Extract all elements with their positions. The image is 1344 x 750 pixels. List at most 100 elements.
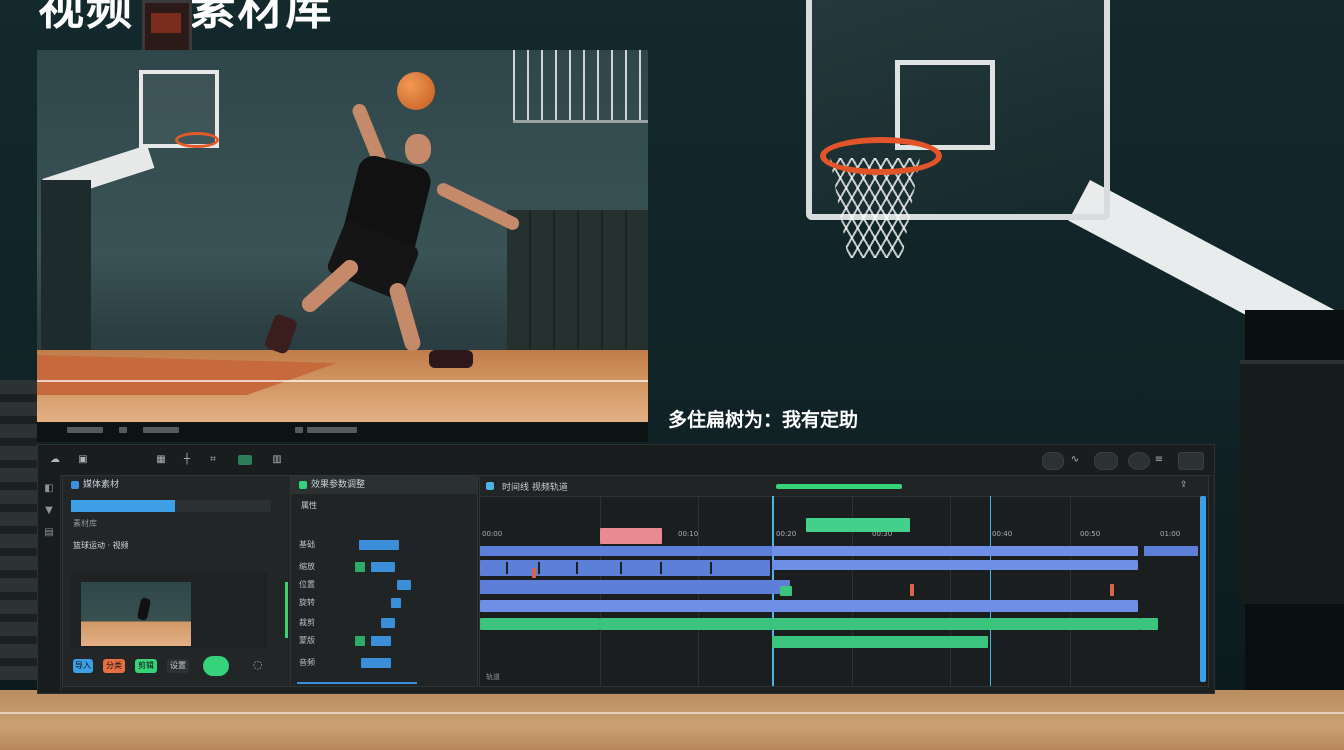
prop-row[interactable]: 裁剪 (299, 616, 471, 630)
player-shoe (429, 350, 473, 368)
edit-button[interactable]: 剪辑 (135, 659, 157, 673)
prop-value[interactable] (371, 562, 395, 572)
timeline-gridline (950, 496, 951, 686)
timeline-panel: 时间线 视频轨道 ⇪ 00:00 00:10 00:20 00:30 00:40… (479, 475, 1209, 687)
court-floor (0, 690, 1344, 750)
audio-clip[interactable] (772, 636, 988, 648)
player-arm (434, 180, 522, 233)
prop-value[interactable] (361, 658, 391, 668)
media-sub-label: 素材库 (73, 519, 97, 528)
preview-doors (507, 210, 648, 350)
play-toggle[interactable] (203, 656, 229, 676)
import-button[interactable]: 导入 (73, 659, 93, 673)
prop-value[interactable] (371, 636, 391, 646)
hoop-pad (1240, 360, 1344, 604)
prop-value[interactable] (359, 540, 399, 550)
crop-icon[interactable]: ⌗ (206, 453, 220, 467)
bar-icon[interactable] (1178, 452, 1204, 470)
media-scrollbar[interactable] (285, 582, 288, 638)
properties-header: 效果参数调整 (291, 476, 477, 494)
media-icon (71, 480, 79, 489)
pointer-icon[interactable]: ◧ (42, 483, 56, 497)
layers-icon[interactable]: ▤ (42, 527, 56, 541)
prop-value[interactable] (381, 618, 395, 628)
prop-row[interactable]: 缩放 (299, 560, 471, 574)
split-icon[interactable]: ┼ (180, 453, 194, 467)
video-clip[interactable] (772, 560, 1138, 570)
badge-icon[interactable] (238, 455, 252, 465)
court-line (0, 712, 1344, 714)
marker-clip[interactable] (1110, 584, 1114, 596)
prop-value[interactable] (355, 562, 365, 572)
file-icon[interactable]: ▣ (76, 453, 90, 467)
loop-icon[interactable]: ◌ (253, 658, 263, 671)
time-tick: 01:00 (1160, 530, 1181, 538)
audio-clip[interactable] (772, 618, 1140, 630)
clip-cut (710, 562, 712, 574)
prop-row[interactable]: 基础 (299, 538, 471, 552)
player-shoe (263, 312, 299, 356)
minus-icon[interactable] (1094, 452, 1118, 470)
edit-button-label: 剪辑 (138, 661, 154, 670)
category-button[interactable]: 分类 (103, 659, 125, 673)
prop-value[interactable] (355, 636, 365, 646)
clip-cut (576, 562, 578, 574)
prop-row[interactable]: 音频 (299, 656, 471, 670)
cloud-icon[interactable]: ☁ (48, 453, 62, 467)
marker-clip[interactable] (532, 568, 536, 578)
media-import-progress-fill (71, 500, 175, 512)
media-thumbnail[interactable] (81, 582, 191, 646)
import-button-label: 导入 (75, 661, 91, 670)
timeline-title: 时间线 视频轨道 (502, 483, 568, 493)
settings-button[interactable]: 设置 (167, 659, 189, 673)
prop-row[interactable]: 旋转 (299, 596, 471, 610)
basketball (397, 72, 435, 110)
audio-clip[interactable] (600, 618, 772, 630)
list-icon[interactable]: ≡ (1152, 453, 1166, 467)
timeline-footer-label: 轨道 (486, 673, 500, 681)
video-clip[interactable] (1144, 546, 1198, 556)
export-icon[interactable]: ⇪ (1180, 480, 1188, 490)
video-clip[interactable] (480, 600, 1138, 612)
media-item-label[interactable]: 篮球运动 · 视频 (73, 540, 129, 551)
effect-clip[interactable] (600, 528, 662, 544)
audio-clip[interactable] (780, 586, 792, 596)
video-clip[interactable] (772, 546, 1138, 556)
prop-value[interactable] (391, 598, 401, 608)
video-clip[interactable] (480, 580, 790, 594)
media-panel-header: 媒体素材 (63, 476, 301, 494)
video-clip[interactable] (480, 546, 772, 556)
media-panel-title: 媒体素材 (83, 480, 120, 490)
prop-row[interactable]: 位置 (299, 578, 471, 592)
record-icon[interactable] (1042, 452, 1064, 470)
time-tick: 00:40 (992, 530, 1013, 538)
video-editor-window: ☁ ▣ ▦ ┼ ⌗ ▥ ∿ ≡ ◧ ▼ ▤ 媒体素材 素材库 篮球运动 · 视频… (37, 444, 1215, 694)
clip-cut (538, 562, 540, 574)
preview-status-strip (37, 422, 648, 442)
prop-row[interactable]: 蒙版 (299, 634, 471, 648)
marker-clip[interactable] (910, 584, 914, 596)
timeline-marker[interactable] (990, 496, 991, 686)
timeline-scrollbar[interactable] (1200, 496, 1206, 682)
text-icon[interactable]: ▥ (270, 453, 284, 467)
preview-court-line (37, 380, 648, 382)
circle-icon[interactable] (1128, 452, 1150, 470)
prop-row-label: 位置 (299, 580, 315, 589)
grid-icon[interactable]: ▦ (154, 453, 168, 467)
prop-value[interactable] (397, 580, 411, 590)
video-clip[interactable] (480, 560, 770, 576)
audio-clip[interactable] (480, 618, 600, 630)
media-thumbnail-frame (71, 572, 267, 648)
properties-scroll-indicator (297, 682, 417, 684)
video-caption: 多住扁树为：我有定助 (668, 409, 859, 431)
title-clip[interactable] (806, 518, 910, 532)
select-icon[interactable]: ▼ (42, 505, 56, 519)
prop-row-label: 蒙版 (299, 636, 315, 645)
time-tick: 00:00 (482, 530, 503, 538)
audio-clip[interactable] (1140, 618, 1158, 630)
preview-image (37, 50, 648, 422)
prop-row-label: 基础 (299, 540, 315, 549)
media-panel: 媒体素材 素材库 篮球运动 · 视频 导入 分类 剪辑 设置 ◌ (62, 475, 302, 687)
prop-row-label: 裁剪 (299, 618, 315, 627)
wave-icon[interactable]: ∿ (1068, 453, 1082, 467)
